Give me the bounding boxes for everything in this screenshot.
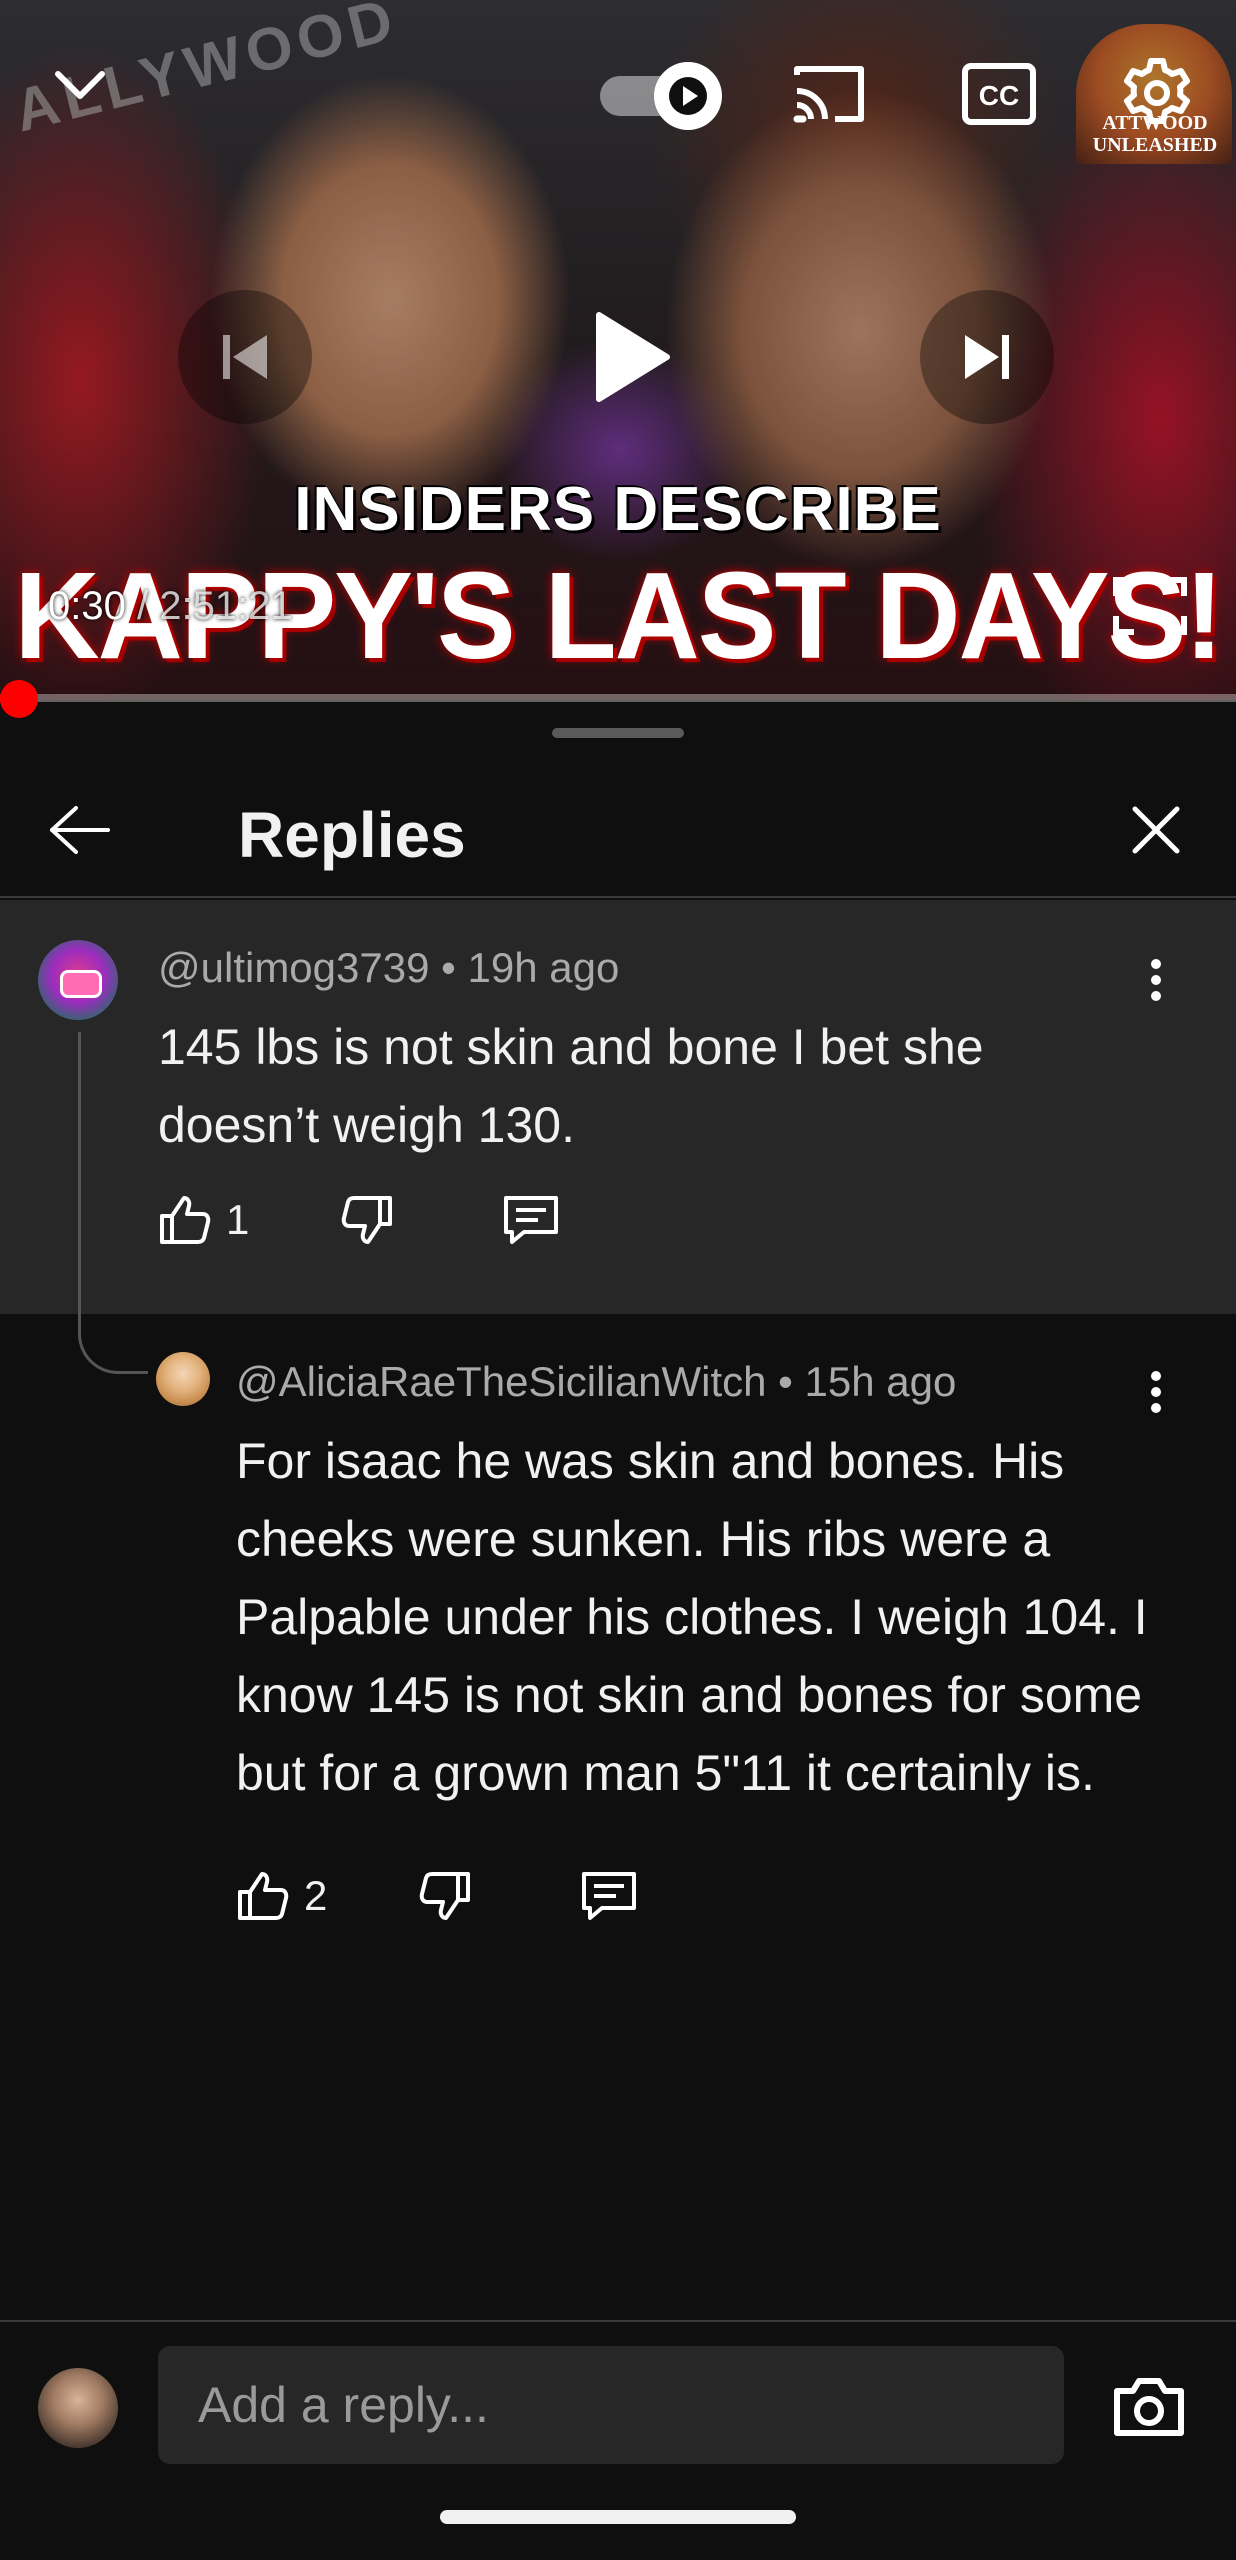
avatar	[38, 2368, 118, 2448]
previous-video-button[interactable]	[178, 290, 312, 424]
home-indicator[interactable]	[440, 2510, 796, 2524]
arrow-left-icon	[50, 806, 110, 854]
panel-header: Replies	[0, 762, 1236, 898]
reply-meta: @AliciaRaeTheSicilianWitch • 15h ago	[236, 1358, 956, 1406]
reply-time: 15h ago	[804, 1358, 957, 1405]
comment-time: 19h ago	[467, 944, 620, 991]
thumbs-down-icon	[341, 1196, 392, 1244]
cast-icon	[793, 66, 864, 123]
camera-button[interactable]	[1104, 2362, 1194, 2452]
autoplay-toggle-icon	[654, 62, 722, 130]
closed-captions-icon: CC	[962, 63, 1036, 125]
settings-button[interactable]	[1112, 48, 1202, 138]
comment-reply-icon	[582, 1872, 636, 1920]
avatar[interactable]	[156, 1352, 210, 1406]
thumbs-up-icon	[238, 1872, 289, 1920]
comment-meta: @ultimog3739 • 19h ago	[158, 944, 619, 992]
thumbnail-headline-top: INSIDERS DESCRIBE	[294, 475, 942, 544]
svg-text:CC: CC	[979, 80, 1019, 111]
reply-input[interactable]	[158, 2346, 1064, 2464]
replies-panel: Replies @ultimog3739 • 19h ago 145 lbs i…	[0, 702, 1236, 2560]
camera-icon	[1114, 2378, 1184, 2436]
parent-comment: @ultimog3739 • 19h ago 145 lbs is not sk…	[0, 900, 1236, 1314]
time-display: 0:30 / 2:51:21	[48, 584, 293, 629]
like-button[interactable]: 1	[156, 1192, 249, 1248]
meta-separator: •	[766, 1358, 805, 1405]
reply-button[interactable]	[580, 1868, 638, 1924]
like-count: 1	[226, 1196, 250, 1243]
meta-separator: •	[429, 944, 468, 991]
cast-button[interactable]	[784, 56, 874, 132]
close-button[interactable]	[1112, 790, 1200, 870]
time-separator: /	[125, 584, 160, 628]
chevron-down-icon	[55, 71, 105, 99]
autoplay-toggle[interactable]	[600, 60, 730, 130]
reply-author[interactable]: @AliciaRaeTheSicilianWitch	[236, 1358, 766, 1405]
play-icon	[596, 312, 670, 402]
video-duration: 2:51:21	[159, 584, 293, 628]
reply-button[interactable]	[502, 1192, 560, 1248]
dislike-button[interactable]	[340, 1192, 396, 1248]
progress-bar[interactable]	[0, 694, 1236, 702]
skip-previous-icon	[223, 335, 267, 379]
play-button[interactable]	[560, 290, 694, 424]
like-count: 2	[304, 1872, 328, 1919]
skip-next-icon	[965, 335, 1009, 379]
like-button[interactable]: 2	[234, 1868, 327, 1924]
fullscreen-icon	[1113, 577, 1187, 635]
drag-handle[interactable]	[552, 728, 684, 738]
reply-composer	[0, 2320, 1236, 2480]
thread-connector	[78, 1032, 148, 1374]
comment-reply-icon	[504, 1196, 558, 1244]
reply-text: For isaac he was skin and bones. His che…	[236, 1433, 1148, 1801]
avatar[interactable]	[38, 940, 118, 1020]
captions-button[interactable]: CC	[954, 56, 1044, 132]
dislike-button[interactable]	[418, 1868, 474, 1924]
more-vertical-icon	[1151, 959, 1161, 1001]
collapse-player-button[interactable]	[40, 56, 120, 116]
close-icon	[1132, 806, 1180, 854]
thumbs-up-icon	[160, 1196, 211, 1244]
progress-scrubber[interactable]	[0, 680, 38, 718]
thumbs-down-icon	[419, 1872, 470, 1920]
fullscreen-button[interactable]	[1100, 566, 1200, 646]
comment-author[interactable]: @ultimog3739	[158, 944, 429, 991]
reply-more-button[interactable]	[1126, 1352, 1186, 1432]
gear-icon	[1124, 58, 1190, 124]
current-time: 0:30	[48, 584, 126, 628]
comment-more-button[interactable]	[1126, 940, 1186, 1020]
back-button[interactable]	[36, 790, 124, 870]
panel-title: Replies	[238, 799, 466, 871]
next-video-button[interactable]	[920, 290, 1054, 424]
comment-text: 145 lbs is not skin and bone I bet she d…	[158, 1019, 984, 1153]
more-vertical-icon	[1151, 1371, 1161, 1413]
